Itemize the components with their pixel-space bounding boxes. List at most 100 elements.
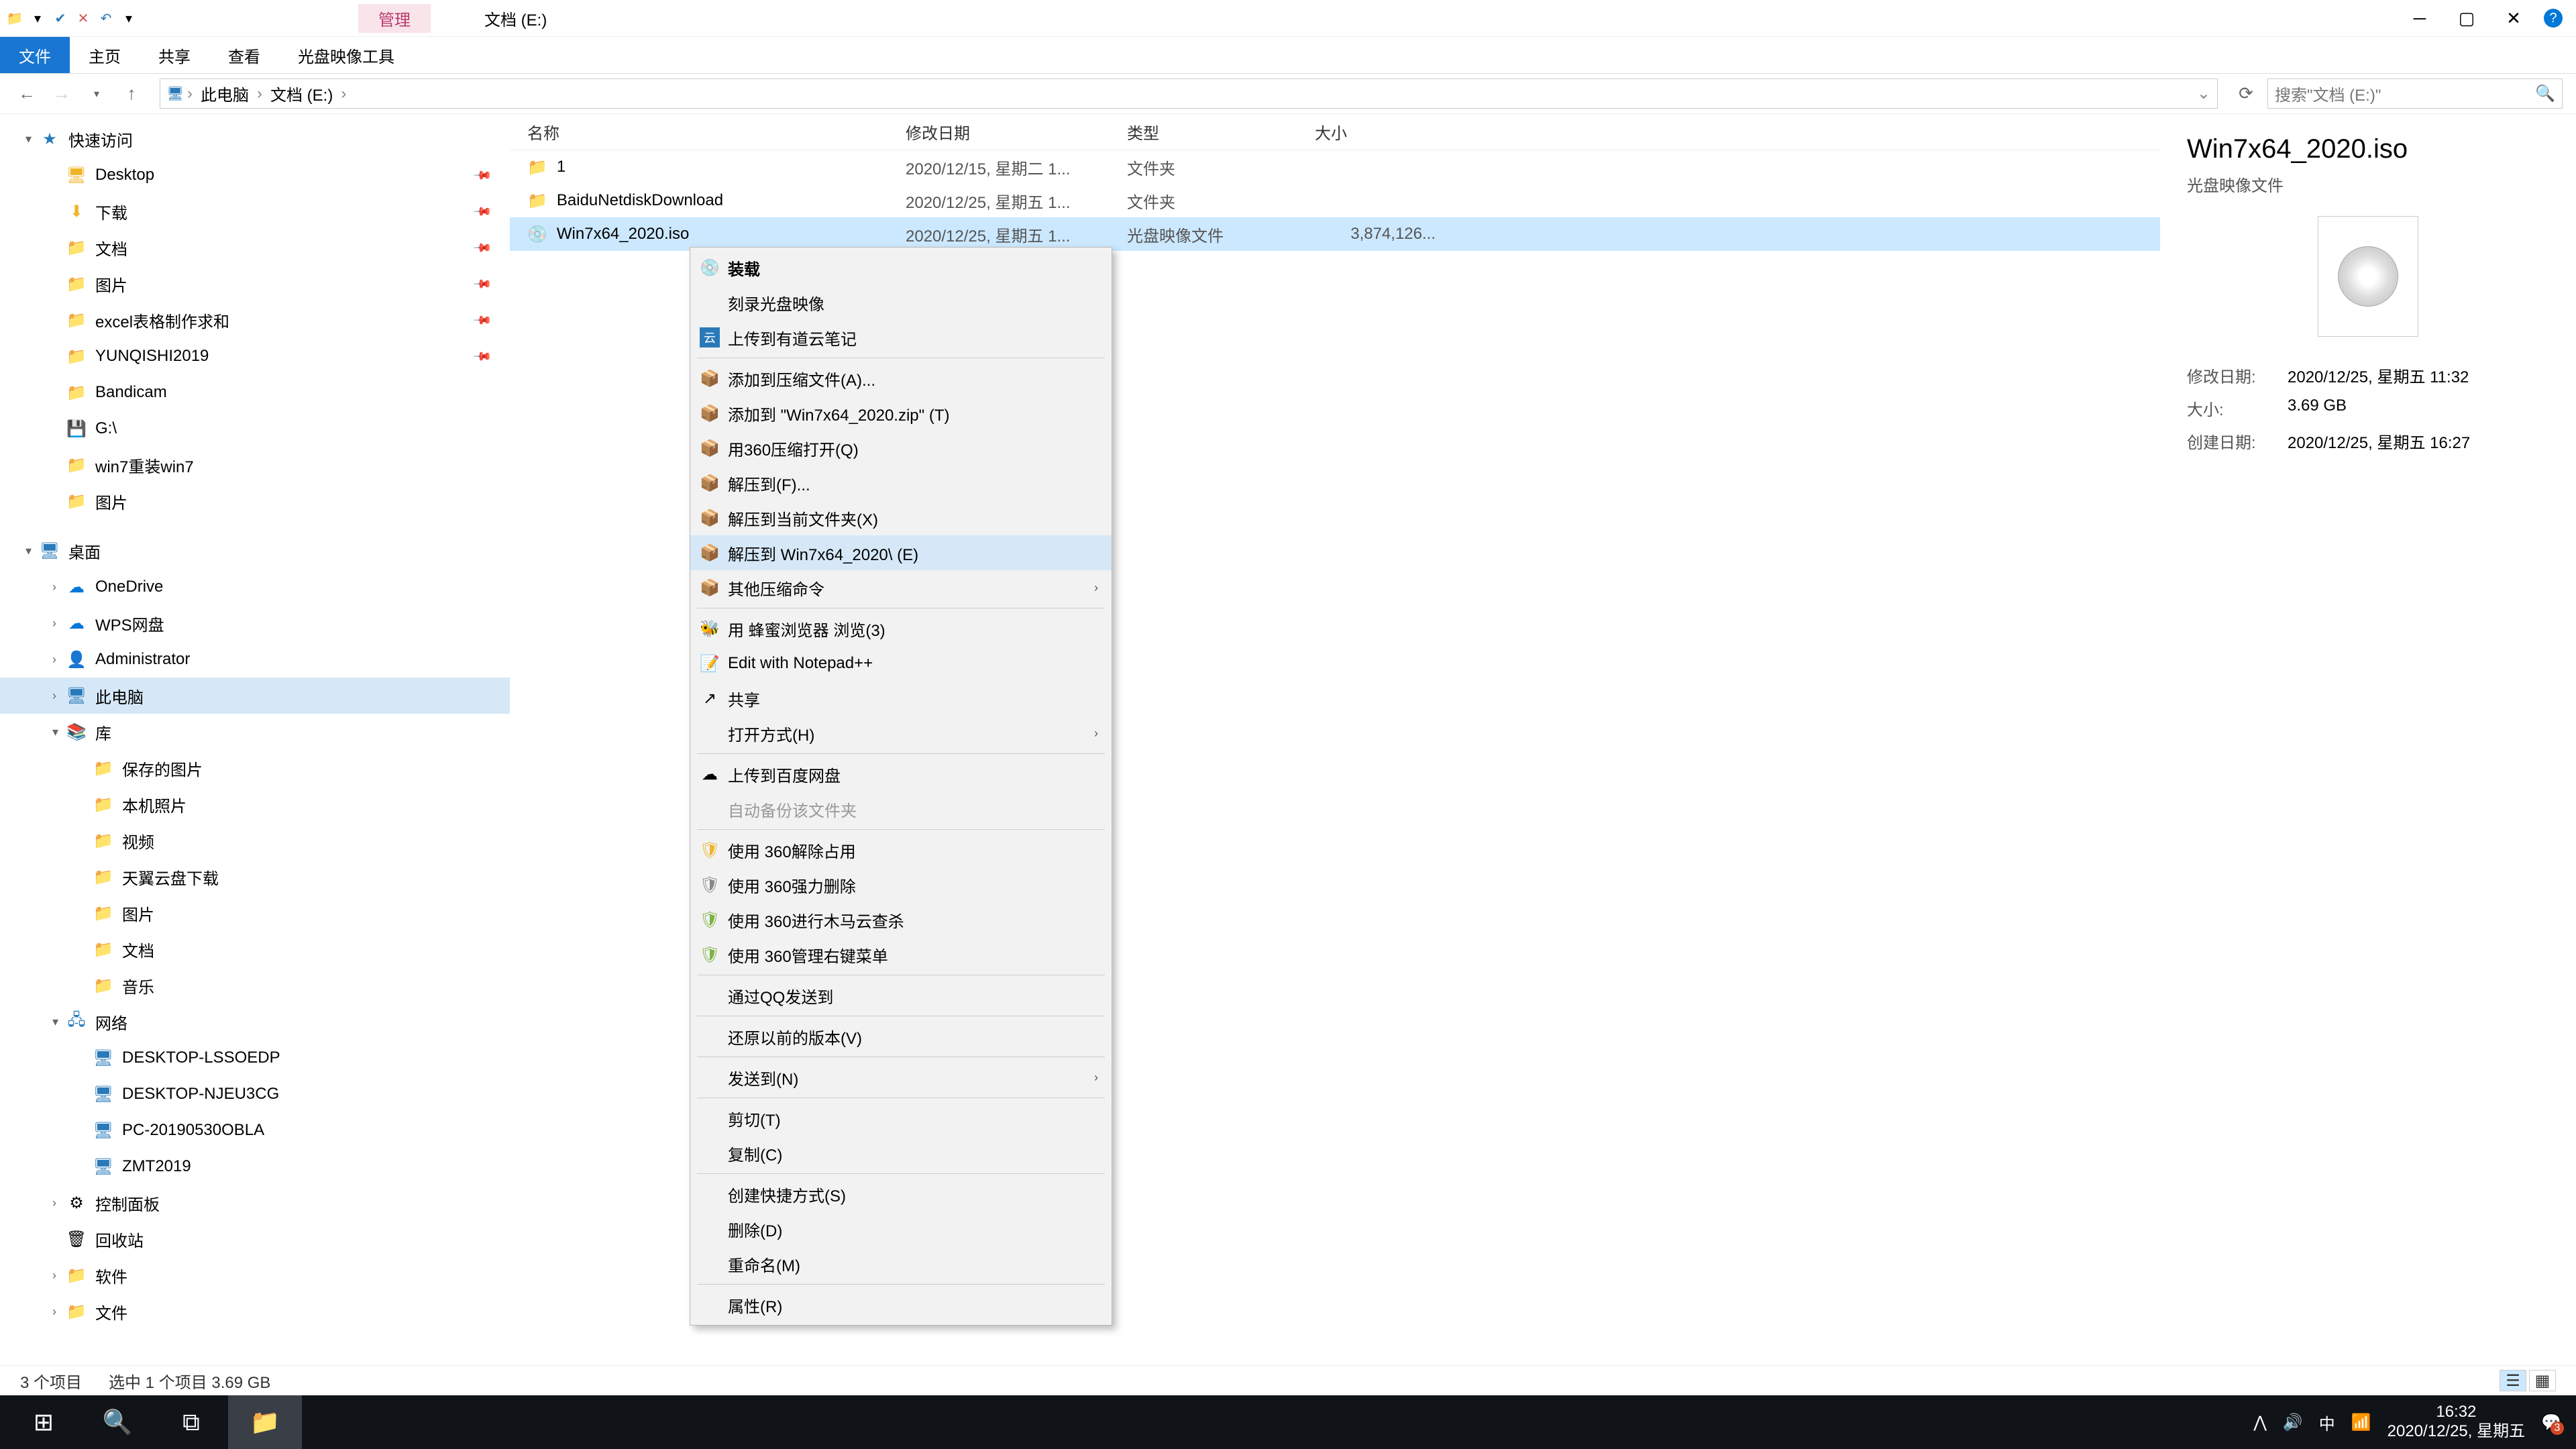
close-button[interactable]: ✕ <box>2497 5 2530 32</box>
tab-share[interactable]: 共享 <box>140 37 209 73</box>
tree-software[interactable]: ›📁软件 <box>0 1257 510 1293</box>
chevron-right-icon[interactable]: › <box>52 1196 56 1210</box>
chevron-right-icon[interactable]: › <box>52 1269 56 1283</box>
tree-control[interactable]: ›⚙控制面板 <box>0 1185 510 1221</box>
tree-desktop[interactable]: 🖥Desktop📌 <box>0 157 510 193</box>
ctx-share[interactable]: ↗共享 <box>690 681 1112 716</box>
tree-pc2[interactable]: 🖥DESKTOP-NJEU3CG <box>0 1076 510 1112</box>
tree-pics2[interactable]: 📁图片 <box>0 483 510 519</box>
tree-local-photos[interactable]: 📁本机照片 <box>0 786 510 822</box>
chevron-right-icon[interactable]: › <box>52 616 56 631</box>
tree-pc1[interactable]: 🖥DESKTOP-LSSOEDP <box>0 1040 510 1076</box>
start-button[interactable]: ⊞ <box>7 1395 80 1449</box>
ctx-other-compress[interactable]: 📦其他压缩命令› <box>690 570 1112 605</box>
chevron-right-icon[interactable]: › <box>187 85 193 103</box>
file-row[interactable]: 📁12020/12/15, 星期二 1...文件夹 <box>510 150 2160 184</box>
tree-yunqishi[interactable]: 📁YUNQISHI2019📌 <box>0 338 510 374</box>
explorer-taskbar-button[interactable]: 📁 <box>228 1395 302 1449</box>
tree-network[interactable]: ▾🖧网络 <box>0 1004 510 1040</box>
icons-view-button[interactable]: ▦ <box>2529 1370 2556 1391</box>
col-name[interactable]: 名称 <box>510 120 906 144</box>
ctx-360-trojan[interactable]: 🛡使用 360进行木马云查杀 <box>690 902 1112 937</box>
tree-pc4[interactable]: 🖥ZMT2019 <box>0 1148 510 1185</box>
tab-disc-tool[interactable]: 光盘映像工具 <box>279 37 413 73</box>
chevron-right-icon[interactable]: › <box>52 580 56 594</box>
ctx-properties[interactable]: 属性(R) <box>690 1287 1112 1322</box>
ctx-restore[interactable]: 还原以前的版本(V) <box>690 1019 1112 1054</box>
tree-recycle[interactable]: 🗑回收站 <box>0 1221 510 1257</box>
tab-file[interactable]: 文件 <box>0 37 70 73</box>
customize-icon[interactable]: ▾ <box>121 10 137 26</box>
breadcrumb[interactable]: 🖥 › 此电脑 › 文档 (E:) › ⌄ <box>160 78 2218 109</box>
tree-bandicam[interactable]: 📁Bandicam <box>0 374 510 411</box>
ctx-rename[interactable]: 重命名(M) <box>690 1246 1112 1281</box>
col-size[interactable]: 大小 <box>1315 120 1449 144</box>
tree-documents[interactable]: 📁文档📌 <box>0 229 510 266</box>
ctx-delete[interactable]: 删除(D) <box>690 1212 1112 1246</box>
chevron-right-icon[interactable]: › <box>257 85 262 103</box>
details-view-button[interactable]: ☰ <box>2500 1370 2526 1391</box>
file-row[interactable]: 💿Win7x64_2020.iso2020/12/25, 星期五 1...光盘映… <box>510 217 2160 251</box>
clock[interactable]: 16:32 2020/12/25, 星期五 <box>2387 1403 2525 1442</box>
ctx-add-zip[interactable]: 📦添加到 "Win7x64_2020.zip" (T) <box>690 396 1112 431</box>
breadcrumb-pc[interactable]: 此电脑 <box>197 82 253 105</box>
ctx-open-360[interactable]: 📦用360压缩打开(Q) <box>690 431 1112 466</box>
tree-music[interactable]: 📁音乐 <box>0 967 510 1004</box>
chevron-right-icon[interactable]: › <box>52 1305 56 1319</box>
search-icon[interactable]: 🔍 <box>2535 84 2555 103</box>
chevron-down-icon[interactable]: ▾ <box>52 1015 58 1029</box>
delete-icon[interactable]: ✕ <box>75 10 91 26</box>
tree-thispc[interactable]: ›🖥此电脑 <box>0 678 510 714</box>
down-arrow-icon[interactable]: ▾ <box>30 10 46 26</box>
ctx-shortcut[interactable]: 创建快捷方式(S) <box>690 1177 1112 1212</box>
up-button[interactable]: ↑ <box>118 80 145 107</box>
tray-expand-icon[interactable]: ⋀ <box>2253 1413 2267 1432</box>
file-row[interactable]: 📁BaiduNetdiskDownload2020/12/25, 星期五 1..… <box>510 184 2160 217</box>
contextual-tab[interactable]: 管理 <box>358 4 431 33</box>
ctx-360-rightmenu[interactable]: 🛡使用 360管理右键菜单 <box>690 937 1112 972</box>
tree-saved-pics[interactable]: 📁保存的图片 <box>0 750 510 786</box>
recent-dropdown[interactable]: ▾ <box>83 80 110 107</box>
tab-home[interactable]: 主页 <box>70 37 140 73</box>
chevron-right-icon[interactable]: › <box>341 85 346 103</box>
back-button[interactable]: ← <box>13 80 40 107</box>
ctx-extract-folder[interactable]: 📦解压到 Win7x64_2020\ (E) <box>690 535 1112 570</box>
ctx-open-with[interactable]: 打开方式(H)› <box>690 716 1112 751</box>
col-type[interactable]: 类型 <box>1127 120 1315 144</box>
ctx-360-unlock[interactable]: 🛡使用 360解除占用 <box>690 833 1112 867</box>
chevron-right-icon[interactable]: › <box>52 653 56 667</box>
tree-tianyi[interactable]: 📁天翼云盘下载 <box>0 859 510 895</box>
tree-pics3[interactable]: 📁图片 <box>0 895 510 931</box>
ctx-extract-here[interactable]: 📦解压到当前文件夹(X) <box>690 500 1112 535</box>
ctx-extract-to[interactable]: 📦解压到(F)... <box>690 466 1112 500</box>
chevron-down-icon[interactable]: ▾ <box>25 544 32 558</box>
help-icon[interactable]: ? <box>2544 9 2563 28</box>
ime-indicator[interactable]: 中 <box>2319 1411 2335 1434</box>
ctx-360-forcedel[interactable]: 🛡使用 360强力删除 <box>690 867 1112 902</box>
tab-view[interactable]: 查看 <box>209 37 279 73</box>
check-icon[interactable]: ✔ <box>52 10 68 26</box>
tree-downloads[interactable]: ⬇下载📌 <box>0 193 510 229</box>
breadcrumb-drive[interactable]: 文档 (E:) <box>266 82 337 105</box>
forward-button[interactable]: → <box>48 80 75 107</box>
tree-wps[interactable]: ›☁WPS网盘 <box>0 605 510 641</box>
maximize-button[interactable]: ▢ <box>2450 5 2483 32</box>
ctx-qq-send[interactable]: 通过QQ发送到 <box>690 978 1112 1013</box>
ctx-honey[interactable]: 🐝用 蜂蜜浏览器 浏览(3) <box>690 611 1112 646</box>
undo-icon[interactable]: ↶ <box>98 10 114 26</box>
tree-excel[interactable]: 📁excel表格制作求和📌 <box>0 302 510 338</box>
ctx-notepad[interactable]: 📝Edit with Notepad++ <box>690 646 1112 681</box>
network-icon[interactable]: 📶 <box>2351 1413 2371 1432</box>
tree-pictures[interactable]: 📁图片📌 <box>0 266 510 302</box>
tree-libraries[interactable]: ▾📚库 <box>0 714 510 750</box>
action-center-icon[interactable]: 💬 <box>2541 1413 2561 1432</box>
ctx-baidu[interactable]: ☁上传到百度网盘 <box>690 757 1112 792</box>
tree-onedrive[interactable]: ›☁OneDrive <box>0 569 510 605</box>
refresh-button[interactable]: ⟳ <box>2233 80 2259 107</box>
ctx-burn[interactable]: 刻录光盘映像 <box>690 285 1112 320</box>
tree-videos[interactable]: 📁视频 <box>0 822 510 859</box>
tree-docs2[interactable]: 📁文档 <box>0 931 510 967</box>
ctx-cut[interactable]: 剪切(T) <box>690 1101 1112 1136</box>
ctx-copy[interactable]: 复制(C) <box>690 1136 1112 1171</box>
col-date[interactable]: 修改日期 <box>906 120 1127 144</box>
